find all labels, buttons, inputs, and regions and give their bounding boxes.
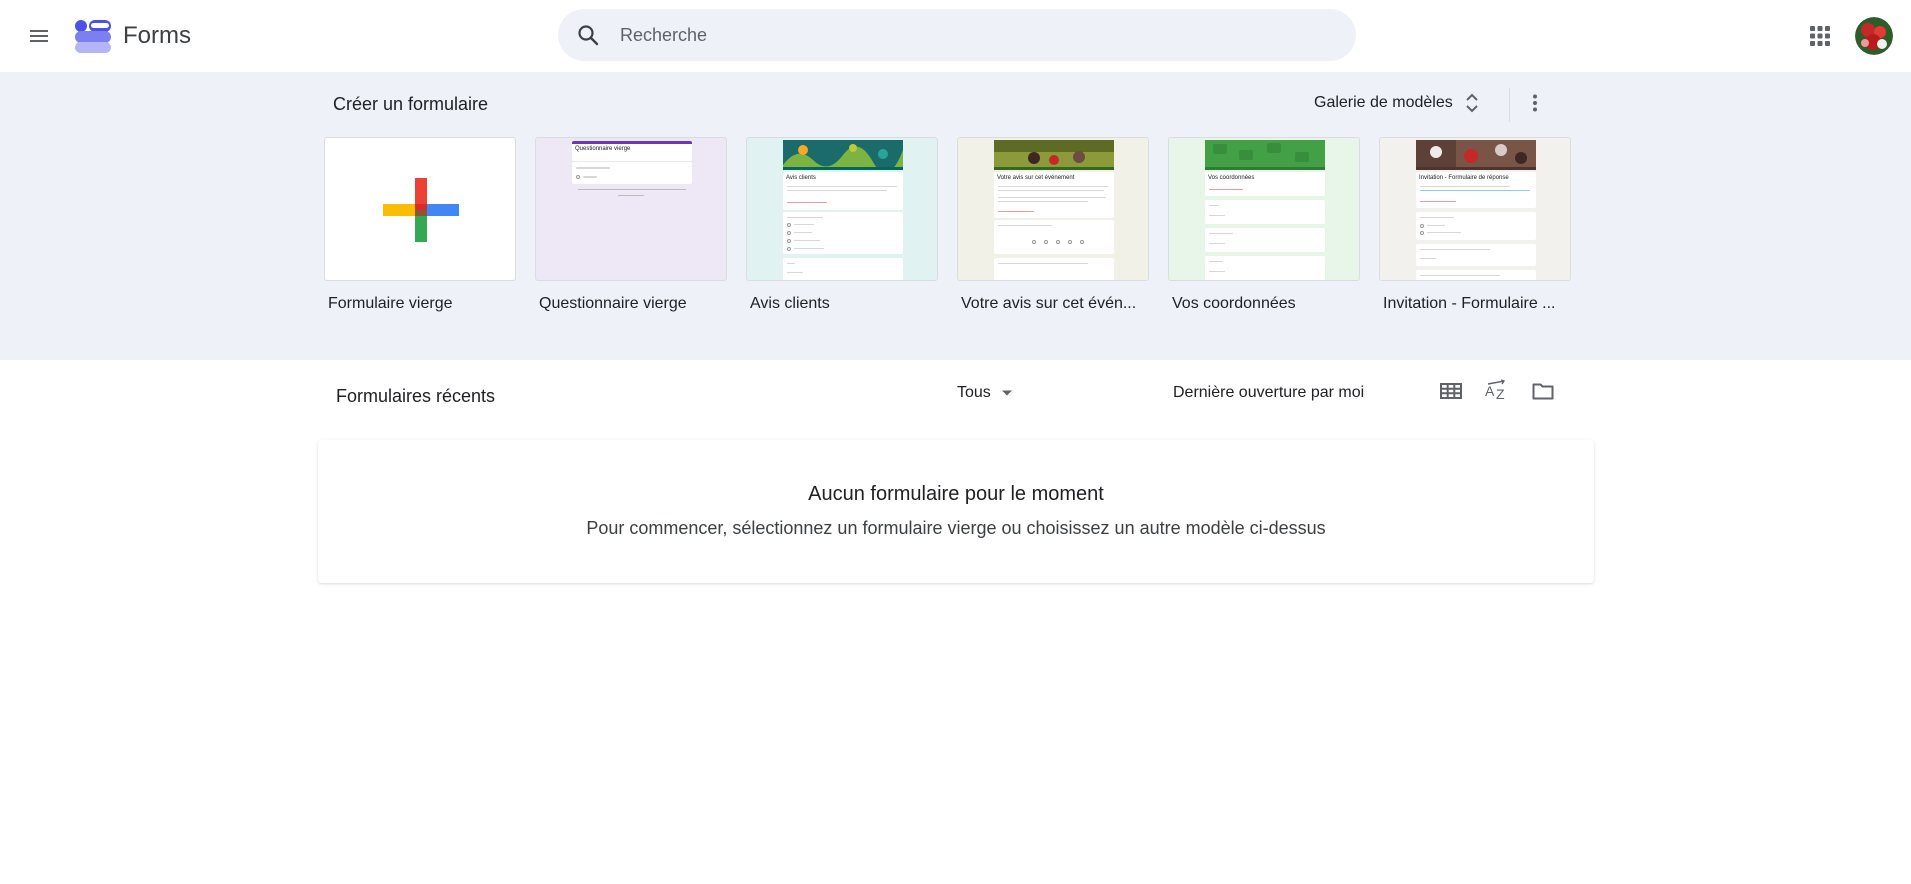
google-apps-grid-icon <box>1810 26 1830 46</box>
template-blank-form[interactable]: Formulaire vierge <box>324 137 516 313</box>
sort-by-alpha-icon: A Z <box>1485 379 1506 402</box>
template-thumbnail[interactable]: Questionnaire vierge <box>535 137 727 281</box>
template-thumb-title: Avis clients <box>786 175 816 181</box>
template-thumbnail[interactable]: Vos coordonnées <box>1168 137 1360 281</box>
recent-forms-heading: Formulaires récents <box>336 386 496 406</box>
template-thumb-title: Questionnaire vierge <box>575 146 631 152</box>
sort-order-label: Dernière ouverture par moi <box>1173 384 1365 401</box>
more-options-button[interactable] <box>1517 85 1553 121</box>
folder-icon <box>1532 383 1554 400</box>
template-rsvp[interactable]: Invitation - Formulaire de réponse Invit… <box>1379 137 1571 313</box>
template-thumbnail[interactable]: Votre avis sur cet événement <box>957 137 1149 281</box>
template-contact-info[interactable]: Vos coordonnées Vos coordonnées <box>1168 137 1360 313</box>
template-gallery-band: Créer un formulaire Galerie de modèles F… <box>0 72 1911 360</box>
template-label: Vos coordonnées <box>1172 295 1296 312</box>
template-label: Avis clients <box>750 295 830 312</box>
template-header-image <box>1205 140 1325 170</box>
top-app-bar: Forms <box>0 0 1911 72</box>
template-thumb-title: Vos coordonnées <box>1208 175 1255 181</box>
template-header-image <box>994 140 1114 170</box>
empty-state-card: Aucun formulaire pour le moment Pour com… <box>318 440 1594 583</box>
search-bar[interactable] <box>558 9 1356 61</box>
empty-state-title: Aucun formulaire pour le moment <box>808 483 1104 505</box>
owner-filter-label: Tous <box>957 384 991 401</box>
search-input[interactable] <box>620 9 1320 61</box>
empty-state-subtitle: Pour commencer, sélectionnez un formulai… <box>586 518 1326 538</box>
grid-view-icon <box>1440 383 1462 399</box>
band-divider <box>1509 88 1510 122</box>
template-thumb-title: Votre avis sur cet événement <box>997 175 1075 181</box>
template-thumbnail[interactable] <box>324 137 516 281</box>
template-label: Formulaire vierge <box>328 295 453 312</box>
app-name[interactable]: Forms <box>123 21 191 51</box>
template-customer-feedback[interactable]: Avis clients Avis clients <box>746 137 938 313</box>
template-thumbnail[interactable]: Avis clients <box>746 137 938 281</box>
svg-text:A: A <box>1485 383 1495 399</box>
account-avatar[interactable] <box>1855 17 1893 55</box>
template-thumbnail[interactable]: Invitation - Formulaire de réponse <box>1379 137 1571 281</box>
template-thumb-title: Invitation - Formulaire de réponse <box>1419 175 1509 181</box>
forms-logo-icon[interactable] <box>74 17 112 55</box>
svg-text:Z: Z <box>1496 386 1505 402</box>
template-blank-quiz[interactable]: Questionnaire vierge Questionnaire vierg… <box>535 137 727 313</box>
create-form-heading: Créer un formulaire <box>333 94 489 114</box>
template-gallery-button[interactable]: Galerie de modèles <box>1302 85 1491 121</box>
unfold-more-icon <box>1466 93 1478 113</box>
grid-view-button[interactable] <box>1433 373 1469 409</box>
sort-order-dropdown[interactable]: Dernière ouverture par moi <box>1163 378 1374 408</box>
template-label: Questionnaire vierge <box>539 295 687 312</box>
google-apps-button[interactable] <box>1800 16 1840 56</box>
more-vert-icon <box>1533 94 1537 112</box>
template-header-image <box>783 140 903 170</box>
arrow-drop-down-icon <box>1001 390 1012 396</box>
template-label: Votre avis sur cet évén... <box>961 295 1137 312</box>
template-label: Invitation - Formulaire ... <box>1383 295 1556 312</box>
template-event-feedback[interactable]: Votre avis sur cet événement Votre avis … <box>957 137 1149 313</box>
open-file-picker-button[interactable] <box>1525 373 1561 409</box>
search-icon[interactable] <box>574 21 602 49</box>
plus-icon <box>383 178 459 242</box>
owner-filter-dropdown[interactable]: Tous <box>947 378 1023 408</box>
sort-az-button[interactable]: A Z <box>1479 373 1515 409</box>
template-gallery-label: Galerie de modèles <box>1314 94 1453 111</box>
hamburger-menu-icon <box>30 30 48 42</box>
main-menu-button[interactable] <box>19 16 59 56</box>
template-header-image <box>1416 140 1536 170</box>
